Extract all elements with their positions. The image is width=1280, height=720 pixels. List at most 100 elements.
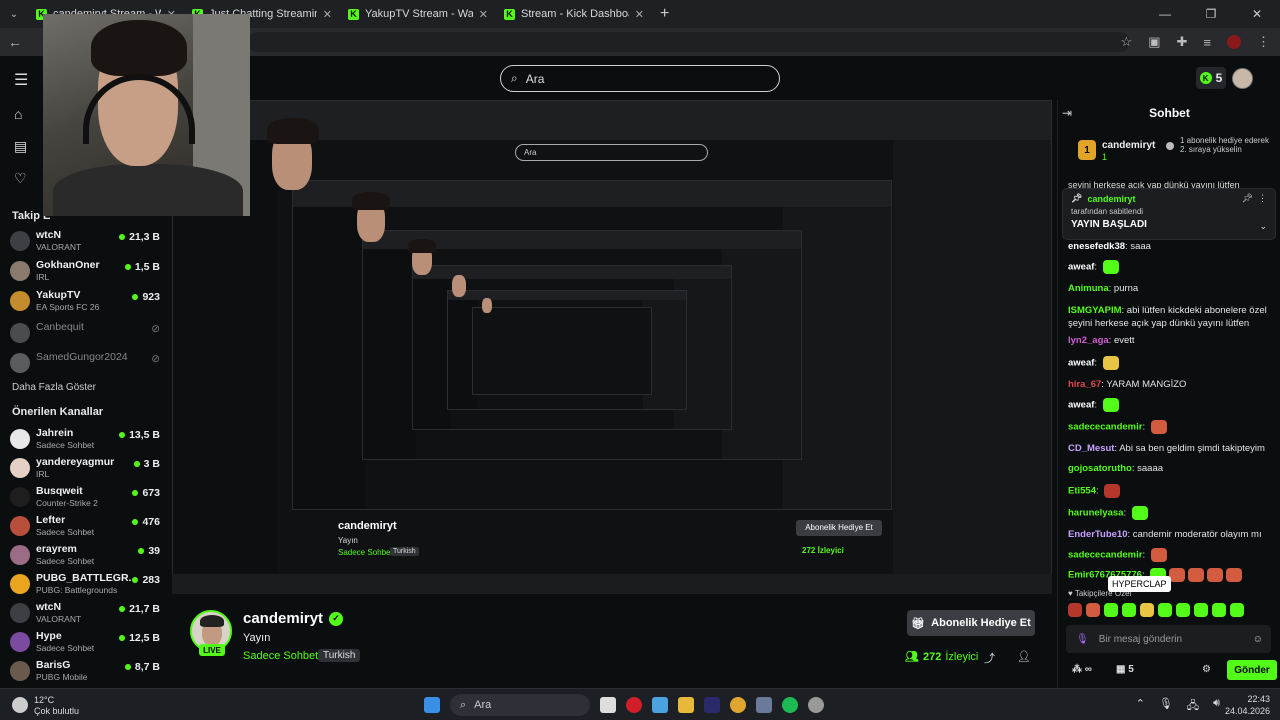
media-icon[interactable]: ≡ [1203, 35, 1211, 50]
search-input[interactable]: ⌕ Ara [500, 65, 780, 92]
emote[interactable] [1086, 603, 1100, 617]
sidebar-channel[interactable]: YakupTV EA Sports FC 26 923 [10, 288, 162, 316]
chevron-down-icon[interactable]: ⌄ [1259, 221, 1267, 232]
chevron-up-icon[interactable]: ⌃ [1136, 697, 1145, 716]
emote[interactable] [1102, 356, 1119, 370]
clock[interactable]: 22:43 24.04.2026 [1225, 693, 1270, 717]
chat-username[interactable]: hira_67 [1068, 379, 1101, 390]
browser-tab[interactable]: K Stream - Kick Dashboard ✕ [496, 0, 652, 28]
sidebar-channel[interactable]: wtcN VALORANT 21,3 B [10, 228, 162, 256]
sidebar-channel[interactable]: yandereyagmur IRL 3 B [10, 455, 162, 483]
emote[interactable] [1212, 603, 1226, 617]
chat-username[interactable]: aweaf [1068, 358, 1094, 369]
close-tab-icon[interactable]: ✕ [479, 8, 488, 21]
chat-username[interactable]: CD_Mesut [1068, 443, 1114, 454]
opera-icon[interactable] [626, 697, 642, 713]
emote[interactable] [1102, 260, 1119, 274]
emote[interactable] [1158, 603, 1172, 617]
more-icon[interactable]: ⋮ [1257, 34, 1270, 50]
tab-search-icon[interactable]: ⌄ [0, 0, 28, 28]
unpin-icon[interactable]: 📌︎ [1242, 193, 1253, 204]
chat-username[interactable]: lyn2_aga [1068, 335, 1109, 346]
chat-username[interactable]: harunelyasa [1068, 508, 1123, 519]
emote[interactable] [1104, 603, 1118, 617]
browse-icon[interactable]: ▤ [14, 138, 27, 155]
chat-username[interactable]: sadececandemir [1068, 550, 1142, 561]
video-player[interactable]: Ara candemiryt Yayın Sadece Sohbet Turki… [172, 100, 1052, 594]
folder-icon[interactable] [678, 697, 694, 713]
browser-tab[interactable]: K YakupTV Stream - Watch Live on Kick ✕ [340, 0, 496, 28]
taskbar-search[interactable]: ⌕ Ara [450, 694, 590, 716]
minimize-icon[interactable]: — [1142, 0, 1188, 28]
task-view-icon[interactable] [600, 697, 616, 713]
close-window-icon[interactable]: ✕ [1234, 0, 1280, 28]
emote[interactable] [1150, 420, 1167, 434]
emote[interactable] [1176, 603, 1190, 617]
premiere-icon[interactable] [704, 697, 720, 713]
emote[interactable] [1169, 568, 1186, 582]
sidebar-channel[interactable]: Busqweit Counter-Strike 2 673 [10, 484, 162, 512]
star-icon[interactable]: ☆ [1121, 34, 1133, 50]
sidebar-channel[interactable]: Canbequit ⊘ [10, 320, 162, 348]
settings-icon[interactable]: ⚙ [1202, 664, 1211, 675]
sidebar-channel[interactable]: GokhanOner IRL 1,5 B [10, 258, 162, 286]
home-icon[interactable]: ⌂ [14, 106, 22, 122]
language-tag[interactable]: Turkish [318, 649, 361, 662]
emote[interactable] [1150, 548, 1167, 562]
steam-icon[interactable] [756, 697, 772, 713]
emote[interactable] [1230, 603, 1244, 617]
share-icon[interactable]: ⤴ [984, 650, 995, 666]
volume-icon[interactable]: 🔊︎ [1213, 697, 1220, 716]
profile-icon[interactable] [1227, 35, 1241, 49]
gift-subscription-button[interactable]: 🎁︎ Abonelik Hediye Et [907, 610, 1035, 636]
emote[interactable] [1226, 568, 1243, 582]
emote[interactable] [1140, 603, 1154, 617]
emoji-icon[interactable]: ☺ [1253, 634, 1263, 645]
emote[interactable] [1207, 568, 1224, 582]
follow-user-icon[interactable]: 👤︎ [1017, 650, 1031, 663]
emote[interactable] [1131, 506, 1148, 520]
chat-username[interactable]: aweaf [1068, 262, 1094, 273]
photos-icon[interactable] [652, 697, 668, 713]
chrome-icon[interactable] [730, 697, 746, 713]
emote[interactable] [1188, 568, 1205, 582]
emote[interactable] [1194, 603, 1208, 617]
sidebar-channel[interactable]: PUBG_BATTLEGR... PUBG: Battlegrounds 283 [10, 571, 162, 599]
emote[interactable] [1104, 484, 1121, 498]
chat-username[interactable]: Animuna [1068, 283, 1109, 294]
chat-input[interactable]: 🎙︎ Bir mesaj gönderin ☺ [1066, 625, 1271, 653]
stream-category[interactable]: Sadece Sohbet [243, 650, 318, 662]
following-icon[interactable]: ♡ [14, 170, 27, 187]
app-icon[interactable] [808, 697, 824, 713]
chat-username[interactable]: enesefedk38 [1068, 241, 1125, 252]
microphone-icon[interactable]: 🎙︎ [1159, 697, 1173, 716]
url-field[interactable] [248, 32, 1130, 52]
more-options-icon[interactable]: ⋮ [1258, 193, 1267, 204]
emote[interactable] [1102, 398, 1119, 412]
new-tab-icon[interactable]: + [652, 5, 677, 23]
emote[interactable] [1122, 603, 1136, 617]
channel-points-indicator[interactable]: ⁂ ∞ [1072, 664, 1092, 675]
chat-username[interactable]: EnderTube10 [1068, 529, 1127, 540]
chat-username[interactable]: ISMGYAPIM [1068, 305, 1122, 316]
maximize-icon[interactable]: ❐ [1188, 0, 1234, 28]
sidebar-channel[interactable]: SamedGungor2024 ⊘ [10, 350, 162, 378]
menu-icon[interactable]: ☰ [14, 70, 28, 90]
close-tab-icon[interactable]: ✕ [323, 8, 332, 21]
sidebar-channel[interactable]: wtcN VALORANT 21,7 B [10, 600, 162, 628]
sidebar-channel[interactable]: Jahrein Sadece Sohbet 13,5 B [10, 426, 162, 454]
puzzle-icon[interactable]: ✚ [1177, 34, 1188, 50]
emote[interactable] [1068, 603, 1082, 617]
gift-counter[interactable]: ▦ 5 [1116, 664, 1134, 675]
spotify-icon[interactable] [782, 697, 798, 713]
chat-username[interactable]: Eti554 [1068, 486, 1096, 497]
extension-icon[interactable]: ▣ [1148, 34, 1160, 50]
close-tab-icon[interactable]: ✕ [635, 8, 644, 21]
chat-username[interactable]: aweaf [1068, 400, 1094, 411]
network-icon[interactable]: 🖧 [1187, 697, 1199, 716]
chat-username[interactable]: gojosatorutho [1068, 463, 1132, 474]
user-avatar[interactable] [1232, 68, 1253, 89]
sidebar-channel[interactable]: Hype Sadece Sohbet 12,5 B [10, 629, 162, 657]
sidebar-channel[interactable]: erayrem Sadece Sohbet 39 [10, 542, 162, 570]
send-button[interactable]: Gönder [1227, 660, 1277, 680]
